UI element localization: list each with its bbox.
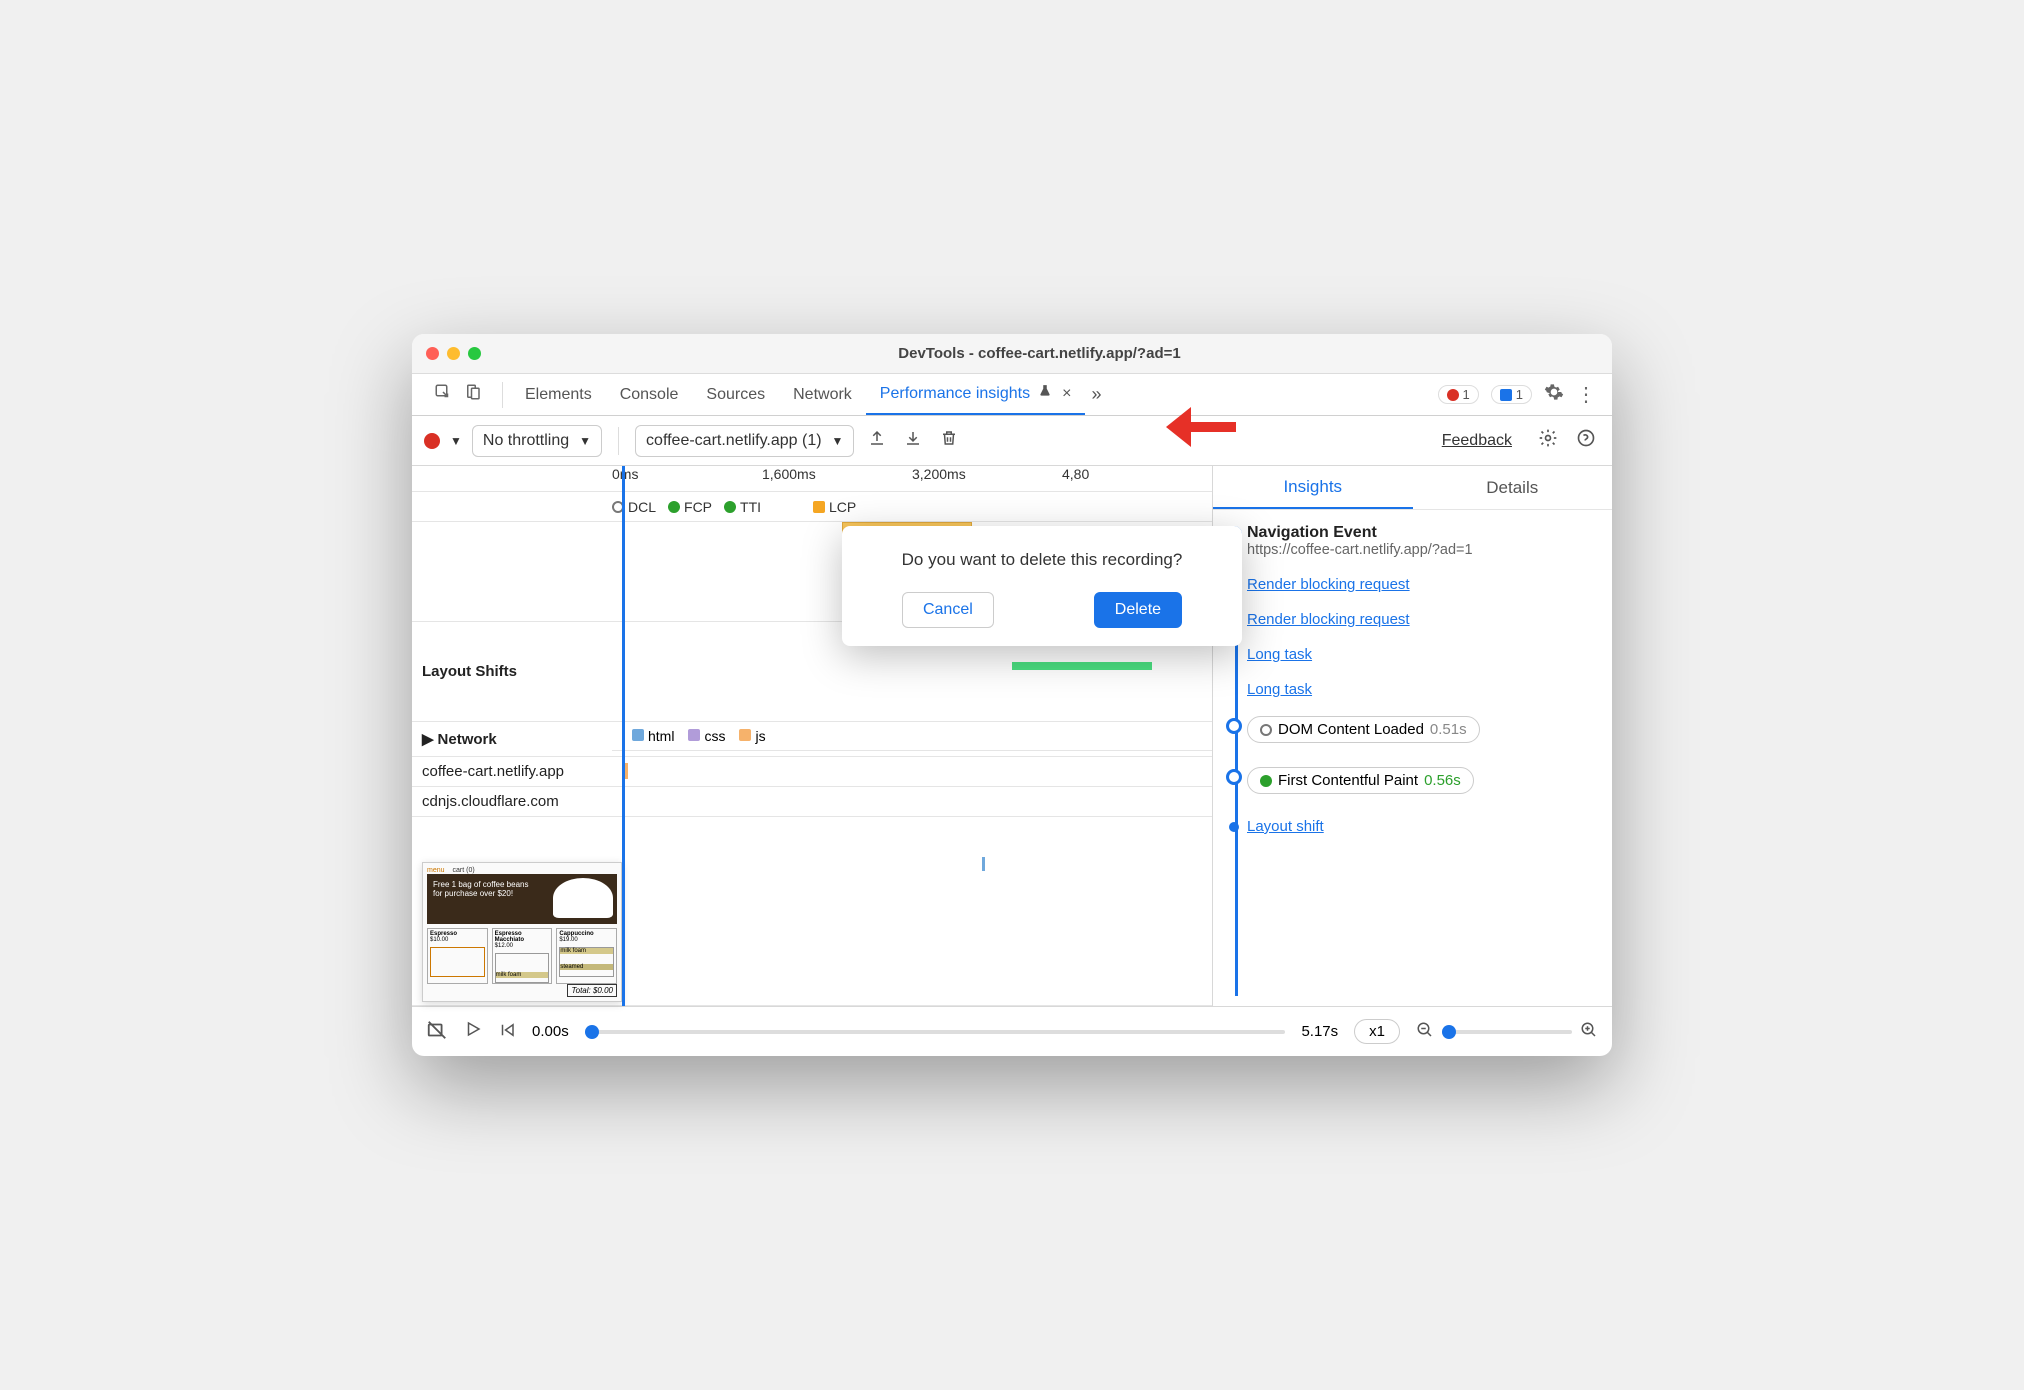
fcp-pill[interactable]: First Contentful Paint0.56s [1247, 767, 1474, 794]
window-title: DevTools - coffee-cart.netlify.app/?ad=1 [481, 345, 1598, 362]
playback-slider[interactable] [585, 1030, 1286, 1034]
record-dropdown-icon[interactable]: ▼ [450, 434, 462, 448]
maximize-window-button[interactable] [468, 347, 481, 360]
layout-shift-bar[interactable] [1012, 662, 1152, 670]
rewind-button[interactable] [498, 1021, 516, 1043]
more-tabs-icon[interactable]: » [1091, 384, 1101, 405]
zoom-slider[interactable] [1442, 1030, 1572, 1034]
tab-details[interactable]: Details [1413, 466, 1613, 509]
tab-insights[interactable]: Insights [1213, 466, 1413, 509]
error-badge[interactable]: 1 [1438, 385, 1479, 404]
toggle-screenshot-icon[interactable] [426, 1019, 448, 1045]
insight-link[interactable]: Layout shift [1247, 818, 1598, 835]
performance-toolbar: ▼ No throttling▼ coffee-cart.netlify.app… [412, 416, 1612, 466]
net-bar-html[interactable] [982, 857, 985, 871]
devtools-window: DevTools - coffee-cart.netlify.app/?ad=1… [412, 334, 1612, 1056]
insights-panel: Insights Details Navigation Event https:… [1213, 466, 1612, 1006]
messages-badge[interactable]: 1 [1491, 385, 1532, 404]
kebab-menu-icon[interactable]: ⋮ [1576, 382, 1596, 407]
insight-link[interactable]: Long task [1247, 646, 1598, 663]
time-ruler: 0ms1,600ms3,200ms4,80 [412, 466, 1212, 492]
dialog-message: Do you want to delete this recording? [862, 550, 1222, 570]
record-button[interactable] [424, 433, 440, 449]
zoom-out-icon[interactable] [1416, 1021, 1434, 1043]
playhead[interactable] [622, 466, 625, 1006]
flask-icon [1038, 384, 1052, 403]
zoom-in-icon[interactable] [1580, 1021, 1598, 1043]
insight-link[interactable]: Long task [1247, 681, 1598, 698]
insight-link[interactable]: Render blocking request [1247, 611, 1598, 628]
delete-confirm-dialog: Do you want to delete this recording? Ca… [842, 526, 1242, 646]
titlebar: DevTools - coffee-cart.netlify.app/?ad=1 [412, 334, 1612, 374]
settings-icon[interactable] [1544, 382, 1564, 407]
minimize-window-button[interactable] [447, 347, 460, 360]
nav-event-url: https://coffee-cart.netlify.app/?ad=1 [1247, 542, 1598, 558]
inspect-icon[interactable] [434, 383, 452, 406]
upload-icon[interactable] [864, 425, 890, 456]
settings-gear-icon[interactable] [1534, 424, 1562, 457]
close-window-button[interactable] [426, 347, 439, 360]
tab-sources[interactable]: Sources [692, 374, 779, 415]
speed-pill[interactable]: x1 [1354, 1019, 1400, 1044]
traffic-lights [426, 347, 481, 360]
feedback-link[interactable]: Feedback [1442, 432, 1512, 450]
tab-network[interactable]: Network [779, 374, 866, 415]
delete-button[interactable]: Delete [1094, 592, 1182, 628]
host-row-2: cdnjs.cloudflare.com [412, 787, 1212, 817]
throttle-select[interactable]: No throttling▼ [472, 425, 602, 457]
marker-legend: DCL FCP TTI LCP [412, 492, 1212, 522]
tab-performance-insights[interactable]: Performance insights × [866, 374, 1086, 415]
help-icon[interactable] [1572, 424, 1600, 457]
time-start: 0.00s [532, 1023, 569, 1040]
device-toggle-icon[interactable] [464, 383, 482, 406]
annotation-arrow-icon [1166, 402, 1236, 457]
playback-footer: 0.00s 5.17s x1 [412, 1006, 1612, 1056]
tab-elements[interactable]: Elements [511, 374, 606, 415]
devtools-tabs: Elements Console Sources Network Perform… [412, 374, 1612, 416]
insight-link[interactable]: Render blocking request [1247, 576, 1598, 593]
tab-close-icon[interactable]: × [1062, 385, 1071, 403]
host-row-1: coffee-cart.netlify.app [412, 757, 1212, 787]
download-icon[interactable] [900, 425, 926, 456]
play-button[interactable] [464, 1020, 482, 1043]
expand-icon[interactable]: ▶ [422, 730, 434, 748]
tab-console[interactable]: Console [606, 374, 693, 415]
cancel-button[interactable]: Cancel [902, 592, 994, 628]
network-row-header: ▶Network html css js [412, 722, 1212, 757]
time-end: 5.17s [1301, 1023, 1338, 1040]
nav-event-title: Navigation Event [1247, 524, 1598, 542]
recording-select[interactable]: coffee-cart.netlify.app (1)▼ [635, 425, 854, 457]
dcl-pill[interactable]: DOM Content Loaded0.51s [1247, 716, 1480, 743]
screenshot-thumbnail[interactable]: menucart (0) Free 1 bag of coffee beans … [422, 862, 622, 1002]
delete-icon[interactable] [936, 425, 962, 456]
